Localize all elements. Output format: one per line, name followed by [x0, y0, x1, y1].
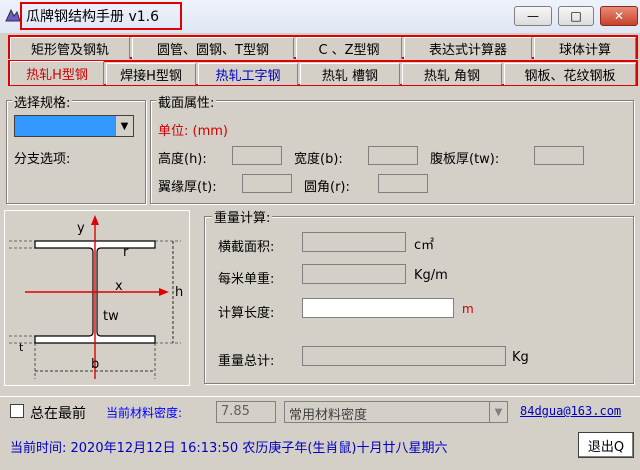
unit-weight-field[interactable] — [302, 264, 406, 284]
area-label: 横截面积: — [218, 240, 275, 255]
diagram-label-b: b — [91, 357, 100, 372]
height-label: 高度(h): — [158, 152, 207, 167]
web-field[interactable] — [534, 146, 584, 165]
h-beam-diagram: y x r t tw h b — [4, 210, 190, 386]
unit-label: 单位: (mm) — [158, 124, 228, 139]
exit-button[interactable]: 退出Q — [578, 432, 634, 458]
radius-field[interactable] — [378, 174, 428, 193]
close-button[interactable]: ✕ — [600, 6, 638, 26]
always-on-top-label: 总在最前 — [30, 406, 86, 422]
diagram-label-x: x — [115, 279, 123, 294]
tab-sphere-calc[interactable]: 球体计算 — [534, 37, 636, 59]
length-input[interactable] — [302, 298, 454, 318]
tab-hot-rolled-h[interactable]: 热轧H型钢 — [10, 61, 104, 85]
flange-field[interactable] — [242, 174, 292, 193]
diagram-label-r: r — [123, 245, 129, 260]
diagram-label-tw: tw — [103, 309, 119, 324]
total-field[interactable] — [302, 346, 506, 366]
radius-label: 圆角(r): — [304, 180, 350, 195]
maximize-button[interactable]: □ — [558, 6, 594, 26]
area-field[interactable] — [302, 232, 406, 252]
chevron-down-icon[interactable]: ▼ — [115, 116, 133, 136]
area-unit: c㎡ — [414, 238, 435, 253]
tab-hot-rolled-i-beam[interactable]: 热轧工字钢 — [198, 63, 298, 85]
tab-round-tube[interactable]: 圆管、圆钢、T型钢 — [132, 37, 294, 59]
flange-label: 翼缘厚(t): — [158, 180, 217, 195]
width-label: 宽度(b): — [294, 152, 343, 167]
tab-expression-calc[interactable]: 表达式计算器 — [404, 37, 532, 59]
material-select[interactable]: 常用材料密度 ▼ — [284, 401, 508, 423]
diagram-label-h: h — [175, 285, 184, 300]
diagram-label-y: y — [77, 221, 85, 236]
tab-welded-h[interactable]: 焊接H型钢 — [106, 63, 196, 85]
title-bar: 瓜牌钢结构手册 v1.6 — □ ✕ — [0, 0, 640, 33]
width-field[interactable] — [368, 146, 418, 165]
material-select-value: 常用材料密度 — [289, 408, 368, 423]
total-label: 重量总计: — [218, 354, 275, 369]
height-field[interactable] — [232, 146, 282, 165]
spec-dropdown[interactable]: ▼ — [14, 115, 134, 137]
always-on-top-checkbox[interactable] — [10, 404, 24, 418]
section-group-label: 截面属性: — [156, 92, 217, 111]
window-title: 瓜牌钢结构手册 v1.6 — [26, 9, 159, 25]
web-label: 腹板厚(tw): — [430, 152, 500, 167]
email-link[interactable]: 84dgua@163.com — [520, 404, 621, 418]
minimize-button[interactable]: — — [514, 6, 552, 26]
tab-hot-rolled-channel[interactable]: 热轧 槽钢 — [300, 63, 400, 85]
total-unit: Kg — [512, 350, 529, 365]
density-label: 当前材料密度: — [106, 406, 183, 420]
density-field[interactable]: 7.85 — [216, 401, 276, 423]
tab-hot-rolled-angle[interactable]: 热轧 角钢 — [402, 63, 502, 85]
length-unit: m — [462, 302, 474, 316]
length-label: 计算长度: — [218, 306, 275, 321]
unit-weight-label: 每米单重: — [218, 272, 275, 287]
unit-weight-unit: Kg/m — [414, 268, 448, 283]
tab-rect-tube[interactable]: 矩形管及钢轨 — [10, 37, 130, 59]
tab-c-z-steel[interactable]: C 、Z型钢 — [296, 37, 402, 59]
spec-group-label: 选择规格: — [12, 92, 73, 111]
diagram-label-t: t — [19, 341, 24, 354]
current-time: 当前时间: 2020年12月12日 16:13:50 农历庚子年(生肖鼠)十月廿… — [10, 441, 448, 456]
tab-steel-plate[interactable]: 钢板、花纹钢板 — [504, 63, 636, 85]
chevron-down-icon[interactable]: ▼ — [489, 402, 507, 422]
branch-label: 分支选项: — [14, 152, 71, 167]
weight-group-label: 重量计算: — [212, 207, 273, 226]
